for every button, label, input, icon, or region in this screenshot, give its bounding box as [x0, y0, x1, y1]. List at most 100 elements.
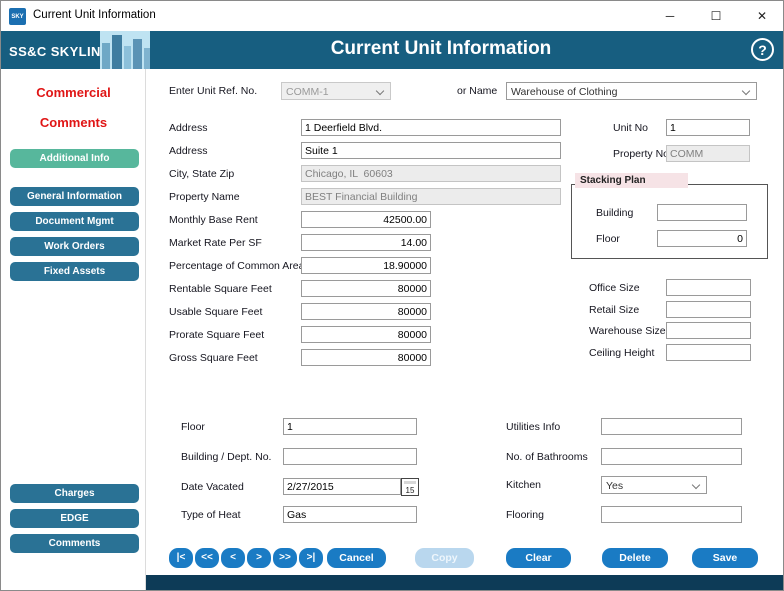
sidebar-item-work-orders[interactable]: Work Orders	[10, 237, 139, 256]
building-dept-label: Building / Dept. No.	[181, 451, 272, 463]
cancel-button[interactable]: Cancel	[327, 548, 386, 568]
office-size-label: Office Size	[589, 282, 640, 294]
market-rate-input[interactable]	[301, 234, 431, 251]
sidebar-item-general-information[interactable]: General Information	[10, 187, 139, 206]
type-of-heat-input[interactable]	[283, 506, 417, 523]
skyline-logo-icon: SKY	[9, 8, 26, 25]
gross-sqft-input[interactable]	[301, 349, 431, 366]
pct-common-area-input[interactable]	[301, 257, 431, 274]
sidebar-heading-comments: Comments	[39, 115, 108, 130]
sidebar-item-document-mgmt[interactable]: Document Mgmt	[10, 212, 139, 231]
sidebar-item-edge[interactable]: EDGE	[10, 509, 139, 528]
minimize-button[interactable]: ─	[647, 1, 693, 31]
chevron-down-icon	[741, 86, 751, 96]
nav-fast-back-button[interactable]: <<	[195, 548, 219, 568]
unit-no-label: Unit No	[613, 122, 649, 134]
date-vacated-input[interactable]	[283, 478, 401, 495]
unit-name-value: Warehouse of Clothing	[511, 86, 618, 98]
ceiling-height-input[interactable]	[666, 344, 751, 361]
nav-last-button[interactable]: >|	[299, 548, 323, 568]
title-bar: SKY Current Unit Information ─ ☐ ✕	[1, 1, 783, 31]
city-state-zip-label: City, State Zip	[169, 168, 235, 180]
floor-label: Floor	[181, 421, 205, 433]
unit-no-input[interactable]	[666, 119, 750, 136]
close-icon: ✕	[756, 9, 768, 23]
city-state-zip-input	[301, 165, 561, 182]
sidebar-item-charges[interactable]: Charges	[10, 484, 139, 503]
warehouse-size-input[interactable]	[666, 322, 751, 339]
minimize-icon: ─	[665, 9, 675, 23]
calendar-day-text: 15	[405, 486, 415, 495]
type-of-heat-label: Type of Heat	[181, 509, 241, 521]
unit-ref-value: COMM-1	[286, 86, 329, 98]
bathrooms-label: No. of Bathrooms	[506, 451, 588, 463]
copy-button: Copy	[415, 548, 474, 568]
stacking-plan-group	[571, 184, 768, 259]
window-title: Current Unit Information	[33, 9, 156, 21]
property-no-label: Property No.	[613, 148, 672, 160]
stacking-plan-title: Stacking Plan	[575, 173, 688, 188]
usable-sqft-label: Usable Square Feet	[169, 306, 263, 318]
bottom-status-bar	[146, 575, 783, 590]
unit-name-select[interactable]: Warehouse of Clothing	[506, 82, 757, 100]
rentable-sqft-label: Rentable Square Feet	[169, 283, 272, 295]
unit-ref-select[interactable]: COMM-1	[281, 82, 391, 100]
usable-sqft-input[interactable]	[301, 303, 431, 320]
building-dept-input[interactable]	[283, 448, 417, 465]
sidebar-item-comments[interactable]: Comments	[10, 534, 139, 553]
help-icon[interactable]: ?	[751, 38, 774, 61]
sidebar-item-fixed-assets[interactable]: Fixed Assets	[10, 262, 139, 281]
nav-back-button[interactable]: <	[221, 548, 245, 568]
utilities-info-input[interactable]	[601, 418, 742, 435]
maximize-button[interactable]: ☐	[693, 1, 739, 31]
retail-size-input[interactable]	[666, 301, 751, 318]
prorate-sqft-input[interactable]	[301, 326, 431, 343]
warehouse-size-label: Warehouse Size	[589, 325, 666, 337]
save-button[interactable]: Save	[692, 548, 758, 568]
property-name-input	[301, 188, 561, 205]
or-name-label: or Name	[457, 85, 498, 97]
app-window: SKY Current Unit Information ─ ☐ ✕ SS&C …	[0, 0, 784, 591]
calendar-icon[interactable]: 15	[401, 478, 419, 496]
address2-input[interactable]	[301, 142, 561, 159]
chevron-down-icon	[691, 480, 701, 490]
office-size-input[interactable]	[666, 279, 751, 296]
page-title: Current Unit Information	[330, 38, 552, 59]
property-no-input	[666, 145, 750, 162]
stacking-building-input[interactable]	[657, 204, 747, 221]
gross-sqft-label: Gross Square Feet	[169, 352, 258, 364]
nav-forward-button[interactable]: >	[247, 548, 271, 568]
flooring-label: Flooring	[506, 509, 544, 521]
clear-button[interactable]: Clear	[506, 548, 571, 568]
sidebar-heading-commercial: Commercial	[36, 85, 111, 100]
close-button[interactable]: ✕	[739, 1, 783, 31]
rentable-sqft-input[interactable]	[301, 280, 431, 297]
address1-input[interactable]	[301, 119, 561, 136]
monthly-base-rent-input[interactable]	[301, 211, 431, 228]
brand-name: SS&C SKYLINE	[9, 44, 110, 59]
delete-button[interactable]: Delete	[602, 548, 668, 568]
utilities-info-label: Utilities Info	[506, 421, 561, 433]
nav-first-button[interactable]: |<	[169, 548, 193, 568]
stacking-building-label: Building	[596, 207, 634, 219]
floor-input[interactable]	[283, 418, 417, 435]
kitchen-value: Yes	[606, 480, 624, 492]
stacking-floor-input[interactable]	[657, 230, 747, 247]
sidebar-item-additional-info[interactable]: Additional Info	[10, 149, 139, 168]
bathrooms-input[interactable]	[601, 448, 742, 465]
pct-common-area-label: Percentage of Common Area	[169, 260, 305, 272]
address2-label: Address	[169, 145, 208, 157]
kitchen-select[interactable]: Yes	[601, 476, 707, 494]
address1-label: Address	[169, 122, 208, 134]
flooring-input[interactable]	[601, 506, 742, 523]
nav-fast-forward-button[interactable]: >>	[273, 548, 297, 568]
maximize-icon: ☐	[710, 9, 722, 23]
kitchen-label: Kitchen	[506, 479, 542, 491]
date-vacated-label: Date Vacated	[181, 481, 244, 493]
property-name-label: Property Name	[169, 191, 240, 203]
stacking-floor-label: Floor	[596, 233, 620, 245]
prorate-sqft-label: Prorate Square Feet	[169, 329, 265, 341]
ceiling-height-label: Ceiling Height	[589, 347, 655, 359]
market-rate-label: Market Rate Per SF	[169, 237, 262, 249]
cityscape-image	[100, 31, 150, 69]
